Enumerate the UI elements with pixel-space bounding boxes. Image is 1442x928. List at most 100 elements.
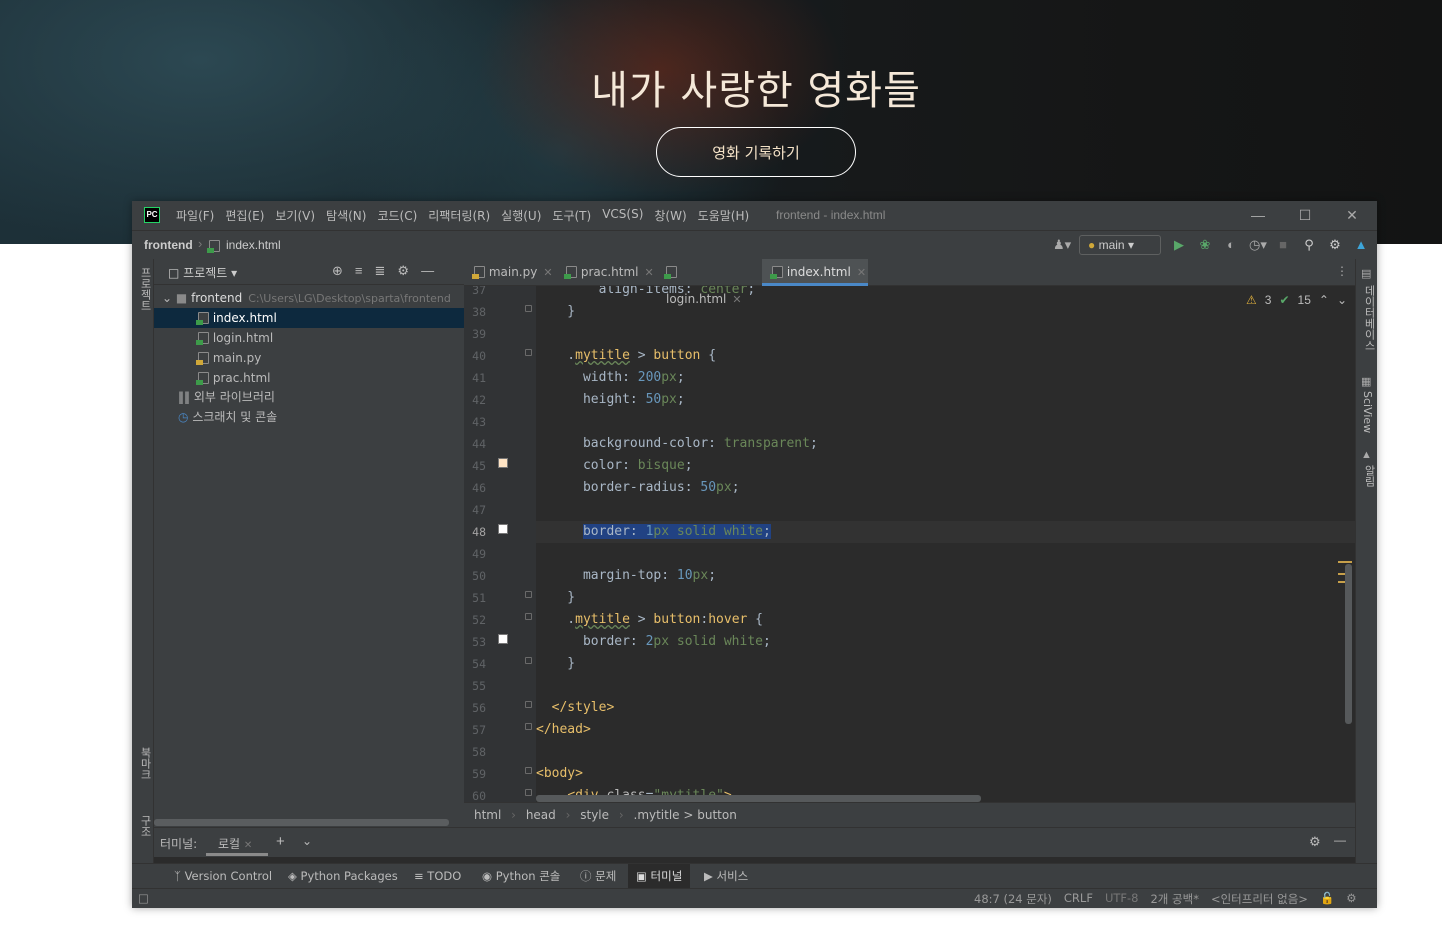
- jetbrains-logo-icon[interactable]: ▲: [1353, 237, 1369, 253]
- close-button[interactable]: ✕: [1337, 205, 1367, 225]
- database-tool-button[interactable]: 데이터베이스: [1361, 285, 1377, 351]
- indent-setting[interactable]: 2개 공백*: [1150, 891, 1198, 907]
- fold-marker[interactable]: [525, 613, 532, 620]
- tree-item-index[interactable]: index.html: [154, 308, 464, 328]
- structure-tool-button[interactable]: 구조: [137, 815, 153, 837]
- menu-help[interactable]: 도움말(H): [698, 207, 750, 224]
- tree-root[interactable]: ⌄ ■ frontend C:\Users\LG\Desktop\sparta\f…: [154, 288, 464, 308]
- debug-icon[interactable]: ❀: [1197, 237, 1213, 253]
- menu-tools[interactable]: 도구(T): [552, 207, 591, 224]
- tab-index-html[interactable]: index.html ✕: [762, 259, 868, 286]
- color-swatch-bisque[interactable]: [498, 458, 508, 468]
- menu-navigate[interactable]: 탐색(N): [326, 207, 366, 224]
- fold-marker[interactable]: [525, 349, 532, 356]
- tree-item-login[interactable]: login.html: [154, 328, 464, 348]
- shield-icon[interactable]: ⚙: [1346, 891, 1356, 907]
- close-icon[interactable]: ✕: [857, 266, 866, 279]
- tab-prac-html[interactable]: prac.html ✕: [556, 259, 656, 286]
- stop-icon[interactable]: ■: [1275, 237, 1291, 253]
- search-icon[interactable]: ⚲: [1301, 237, 1317, 253]
- menu-run[interactable]: 실행(U): [501, 207, 541, 224]
- tree-item-prac[interactable]: prac.html: [154, 368, 464, 388]
- file-encoding[interactable]: UTF-8: [1105, 891, 1139, 907]
- editor-horizontal-scrollbar[interactable]: [536, 795, 981, 802]
- crumb-selector[interactable]: .mytitle > button: [634, 808, 737, 822]
- nav-file[interactable]: index.html: [226, 238, 281, 252]
- close-icon[interactable]: ✕: [644, 266, 653, 279]
- hide-icon[interactable]: —: [421, 263, 434, 279]
- gear-icon[interactable]: ⚙: [1327, 237, 1343, 253]
- interpreter[interactable]: <인터프리터 없음>: [1211, 891, 1308, 907]
- plus-icon[interactable]: +: [276, 833, 285, 850]
- sciview-tool-button[interactable]: SciView: [1361, 391, 1374, 433]
- record-movie-button[interactable]: 영화 기록하기: [656, 127, 856, 177]
- bookmarks-tool-button[interactable]: 북마크: [137, 747, 153, 780]
- crumb-head[interactable]: head: [526, 808, 556, 822]
- caret-position[interactable]: 48:7 (24 문자): [974, 891, 1052, 907]
- toggle-panels-icon[interactable]: □: [138, 891, 149, 905]
- tool-todo[interactable]: ≡ TODO: [408, 864, 467, 888]
- lock-icon[interactable]: 🔓: [1320, 891, 1334, 907]
- run-config-select[interactable]: ● main ▾: [1079, 235, 1161, 255]
- code-area[interactable]: 37 38 39 40 41 42 43 44 45 46 47 48 49 5…: [464, 286, 1355, 802]
- tool-terminal[interactable]: ▣ 터미널: [628, 864, 691, 888]
- fold-marker[interactable]: [525, 701, 532, 708]
- color-swatch-white[interactable]: [498, 634, 508, 644]
- collapse-all-icon[interactable]: ≣: [375, 263, 386, 279]
- project-tool-button[interactable]: 프로젝트: [137, 267, 153, 311]
- tab-login-html[interactable]: login.html ✕: [656, 259, 756, 306]
- notifications-tool-button[interactable]: 알림: [1361, 465, 1377, 487]
- tool-python-packages[interactable]: ◈ Python Packages: [282, 864, 404, 888]
- fold-marker[interactable]: [525, 767, 532, 774]
- menu-code[interactable]: 코드(C): [377, 207, 417, 224]
- project-panel-title[interactable]: □ 프로젝트 ▾: [168, 264, 237, 281]
- tab-main-py[interactable]: main.py ✕: [464, 259, 556, 286]
- menu-view[interactable]: 보기(V): [275, 207, 315, 224]
- tree-external-libs[interactable]: ‖‖ 외부 라이브러리: [154, 387, 464, 407]
- vertical-scrollbar[interactable]: [1345, 564, 1352, 724]
- tool-problems[interactable]: ⓘ 문제: [574, 864, 622, 888]
- chevron-down-icon[interactable]: ⌄: [1337, 293, 1347, 307]
- expand-all-icon[interactable]: ≡: [355, 263, 363, 279]
- minimize-button[interactable]: —: [1243, 205, 1273, 225]
- fold-marker[interactable]: [525, 723, 532, 730]
- tool-version-control[interactable]: ᛉ Version Control: [168, 864, 278, 888]
- inspection-widget[interactable]: ⚠ 3 ✔ 15 ⌃ ⌄: [1246, 293, 1347, 307]
- locate-icon[interactable]: ⊕: [332, 263, 343, 279]
- close-icon[interactable]: ✕: [543, 266, 552, 279]
- more-icon[interactable]: ⋮: [1336, 264, 1348, 278]
- maximize-button[interactable]: ☐: [1290, 205, 1320, 225]
- tool-python-console[interactable]: ◉ Python 콘솔: [476, 864, 566, 888]
- gear-icon[interactable]: ⚙: [1309, 834, 1321, 850]
- fold-marker[interactable]: [525, 657, 532, 664]
- run-icon[interactable]: ▶: [1171, 237, 1187, 253]
- gear-icon[interactable]: ⚙: [397, 263, 409, 279]
- line-separator[interactable]: CRLF: [1064, 891, 1093, 907]
- crumb-style[interactable]: style: [580, 808, 609, 822]
- user-icon[interactable]: ♟▾: [1053, 237, 1071, 253]
- hide-icon[interactable]: —: [1334, 833, 1346, 847]
- fold-marker[interactable]: [525, 591, 532, 598]
- code-line: background-color: transparent;: [536, 436, 818, 451]
- color-swatch-white[interactable]: [498, 524, 508, 534]
- menu-refactor[interactable]: 리팩터링(R): [428, 207, 490, 224]
- coverage-icon[interactable]: ◐: [1223, 237, 1239, 253]
- terminal-tab-local[interactable]: 로컬 ✕: [206, 828, 268, 856]
- profile-icon[interactable]: ◷▾: [1249, 237, 1267, 253]
- fold-marker[interactable]: [525, 305, 532, 312]
- tree-item-main[interactable]: main.py: [154, 348, 464, 368]
- horizontal-scrollbar[interactable]: [154, 819, 449, 826]
- menu-vcs[interactable]: VCS(S): [602, 207, 643, 224]
- fold-marker[interactable]: [525, 789, 532, 796]
- tool-services[interactable]: ▶ 서비스: [698, 864, 754, 888]
- nav-project[interactable]: frontend: [144, 238, 193, 252]
- crumb-html[interactable]: html: [474, 808, 501, 822]
- menu-file[interactable]: 파일(F): [176, 207, 214, 224]
- warning-stripe[interactable]: [1338, 561, 1352, 563]
- tree-scratches[interactable]: ◷ 스크래치 및 콘솔: [154, 407, 464, 427]
- close-icon[interactable]: ✕: [244, 840, 252, 851]
- menu-window[interactable]: 창(W): [654, 207, 686, 224]
- chevron-down-icon[interactable]: ⌄: [302, 834, 312, 848]
- menu-edit[interactable]: 편집(E): [225, 207, 264, 224]
- chevron-up-icon[interactable]: ⌃: [1319, 293, 1329, 307]
